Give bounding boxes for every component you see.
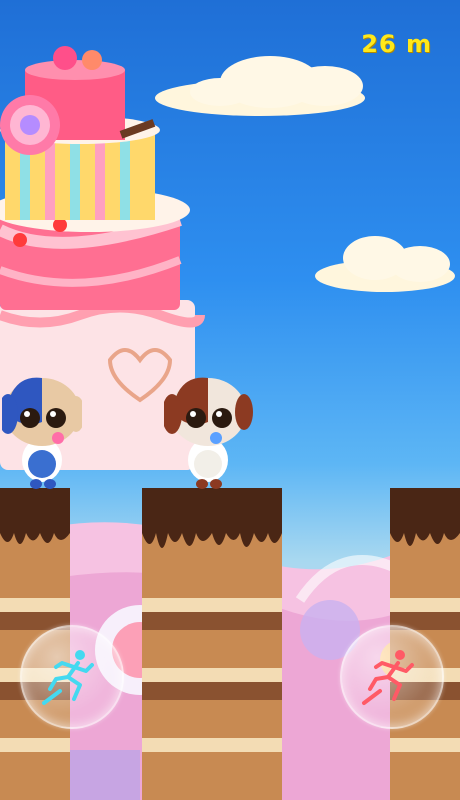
distance-counter: 26 m: [361, 30, 432, 58]
brown-puppy-character: [164, 377, 253, 489]
jump-running-icon: [362, 650, 414, 705]
jump-running-icon: [42, 650, 94, 705]
right-jump-button[interactable]: [340, 625, 444, 729]
cloud: [315, 236, 455, 292]
left-jump-button[interactable]: [20, 625, 124, 729]
blue-puppy-character: [2, 377, 82, 489]
cake-pillar: [142, 488, 282, 800]
game-scene: 26 m: [0, 0, 460, 800]
